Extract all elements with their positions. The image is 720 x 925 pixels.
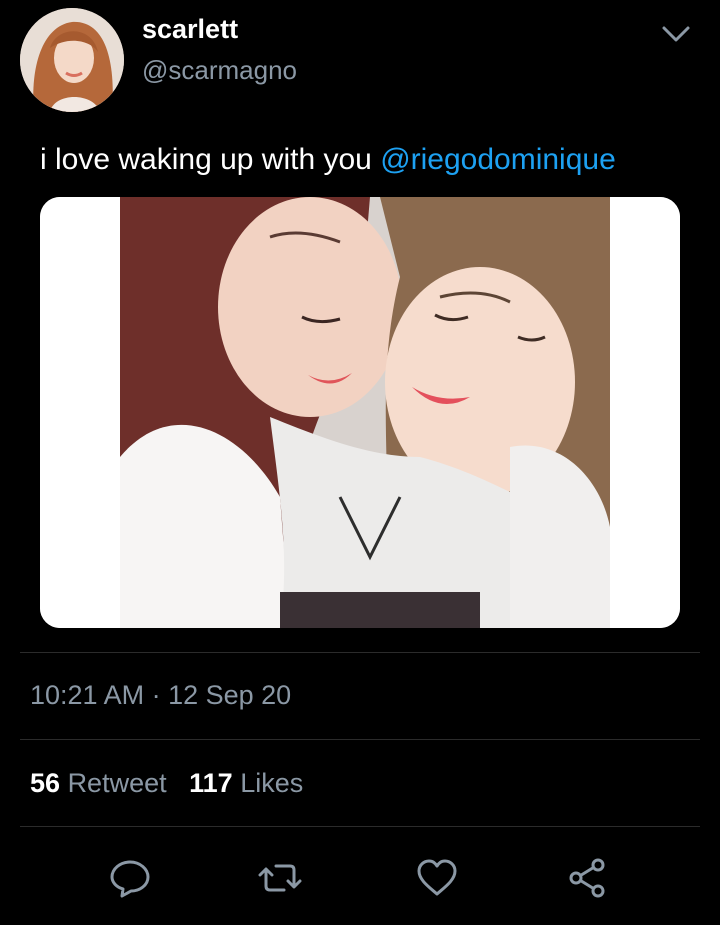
retweet-count[interactable]: 56 [30,768,60,798]
share-icon[interactable] [566,856,610,900]
tweet-photo[interactable] [40,197,680,628]
tweet-stats: 56 Retweet 117 Likes [30,768,303,799]
divider [20,652,700,653]
heart-icon[interactable] [415,856,459,900]
divider [20,739,700,740]
avatar[interactable] [20,8,124,112]
divider [20,826,700,827]
tweet-body: i love waking up with you [40,143,381,176]
photo-two-women [40,197,680,628]
chevron-down-icon[interactable] [660,20,692,48]
tweet-actions [0,848,720,908]
retweet-label[interactable]: Retweet [68,768,167,798]
likes-count[interactable]: 117 [189,768,233,798]
tweet-text: i love waking up with you @riegodominiqu… [40,143,616,177]
reply-icon[interactable] [108,856,152,900]
mention-link[interactable]: @riegodominique [380,143,616,176]
avatar-image [20,8,124,112]
tweet-timestamp[interactable]: 10:21 AM · 12 Sep 20 [30,680,291,711]
likes-label[interactable]: Likes [240,768,303,798]
user-handle[interactable]: @scarmagno [142,55,297,86]
display-name[interactable]: scarlett [142,14,238,45]
retweet-icon[interactable] [258,856,302,900]
tweet-detail: scarlett @scarmagno i love waking up wit… [0,0,720,925]
